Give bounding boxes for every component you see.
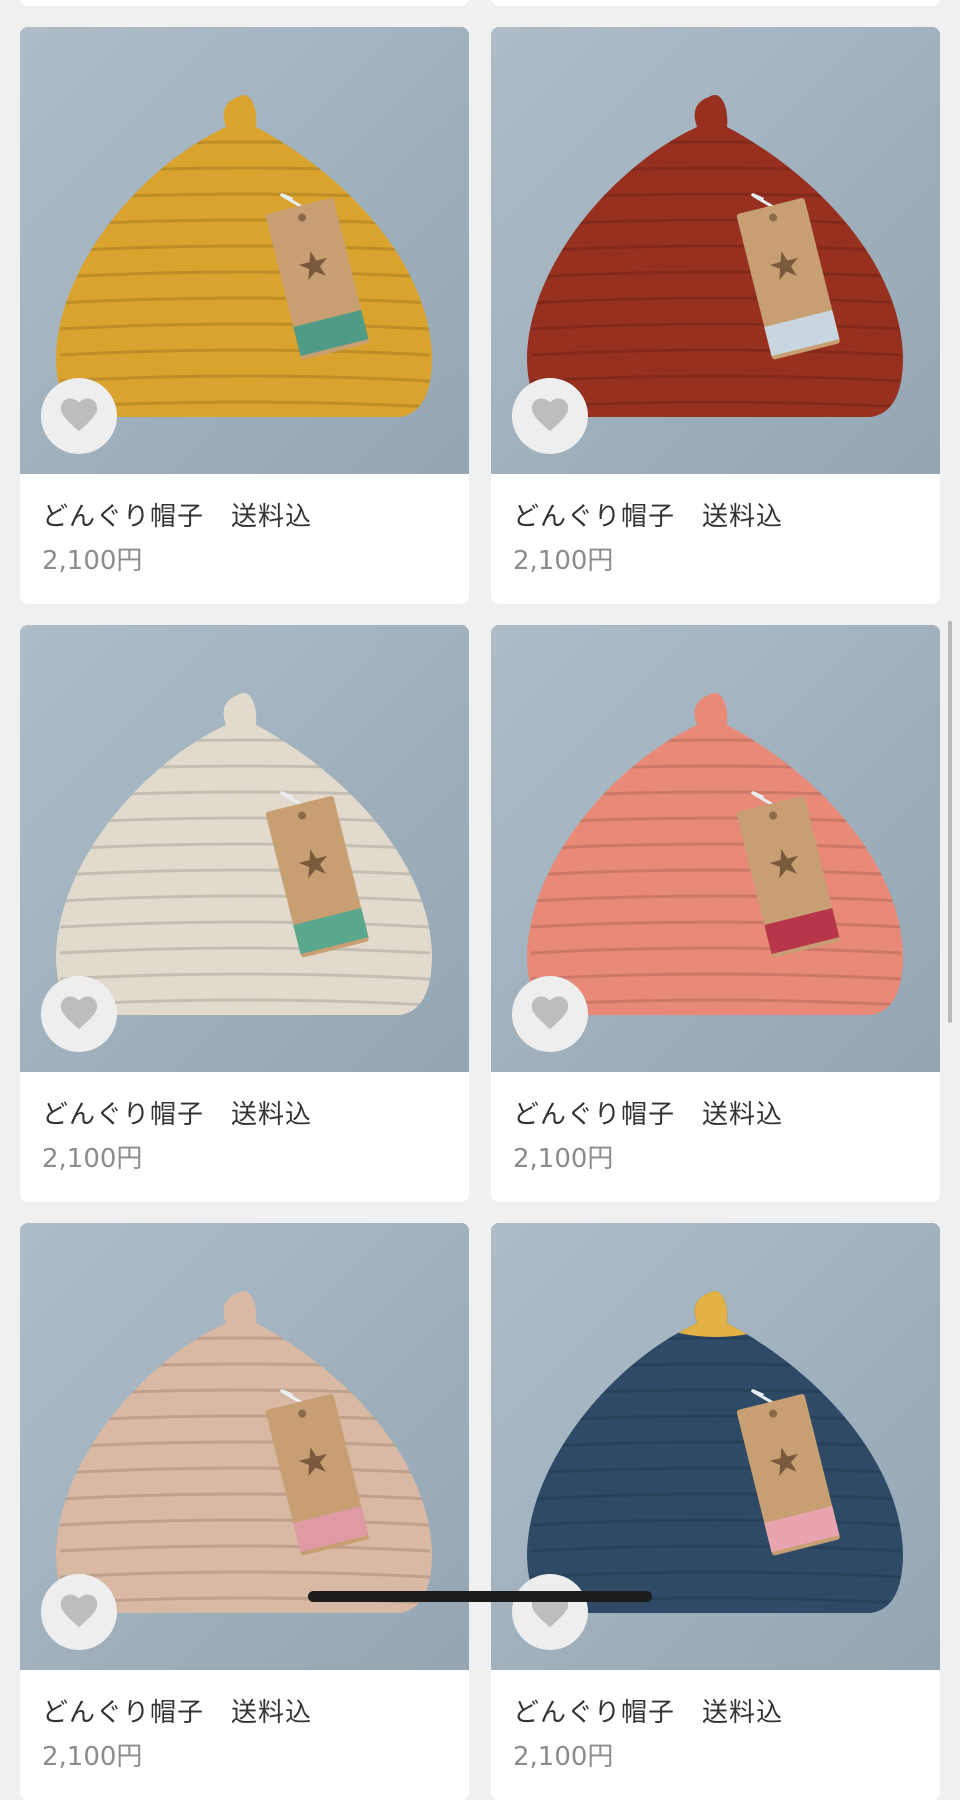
home-indicator[interactable] [308,1591,652,1602]
product-price: 2,100円 [513,1742,614,1772]
favorite-button[interactable] [512,378,588,454]
product-price: 2,100円 [42,1144,143,1174]
heart-icon [531,398,569,432]
product-card[interactable]: ★ どんぐり帽子 送料込 2,100円 [491,1223,940,1800]
product-card[interactable]: ★ どんぐり帽子 送料込 2,100円 [20,1223,469,1800]
product-price: 2,100円 [42,1742,143,1772]
product-price: 2,100円 [513,1144,614,1174]
product-card-partial[interactable] [491,0,940,6]
product-title: どんぐり帽子 送料込 [42,1100,313,1130]
favorite-button[interactable] [41,1574,117,1650]
product-title: どんぐり帽子 送料込 [513,1100,784,1130]
heart-icon [531,996,569,1030]
product-title: どんぐり帽子 送料込 [513,502,784,532]
product-card-partial[interactable] [20,0,469,6]
product-price: 2,100円 [42,546,143,576]
product-title: どんぐり帽子 送料込 [42,1698,313,1728]
product-card[interactable]: ★ どんぐり帽子 送料込 2,100円 [491,27,940,604]
product-title: どんぐり帽子 送料込 [513,1698,784,1728]
heart-icon [60,996,98,1030]
product-card[interactable]: ★ どんぐり帽子 送料込 2,100円 [20,27,469,604]
heart-icon [60,398,98,432]
product-title: どんぐり帽子 送料込 [42,502,313,532]
heart-icon [60,1594,98,1628]
favorite-button[interactable] [41,976,117,1052]
product-card[interactable]: ★ どんぐり帽子 送料込 2,100円 [491,625,940,1202]
favorite-button[interactable] [512,976,588,1052]
product-card[interactable]: ★ どんぐり帽子 送料込 2,100円 [20,625,469,1202]
favorite-button[interactable] [512,1574,588,1650]
product-price: 2,100円 [513,546,614,576]
scrollbar[interactable] [948,621,952,1023]
favorite-button[interactable] [41,378,117,454]
product-grid: ★ どんぐり帽子 送料込 2,100円 ★ どんぐり帽子 送料込 2,100円 … [20,0,940,1800]
